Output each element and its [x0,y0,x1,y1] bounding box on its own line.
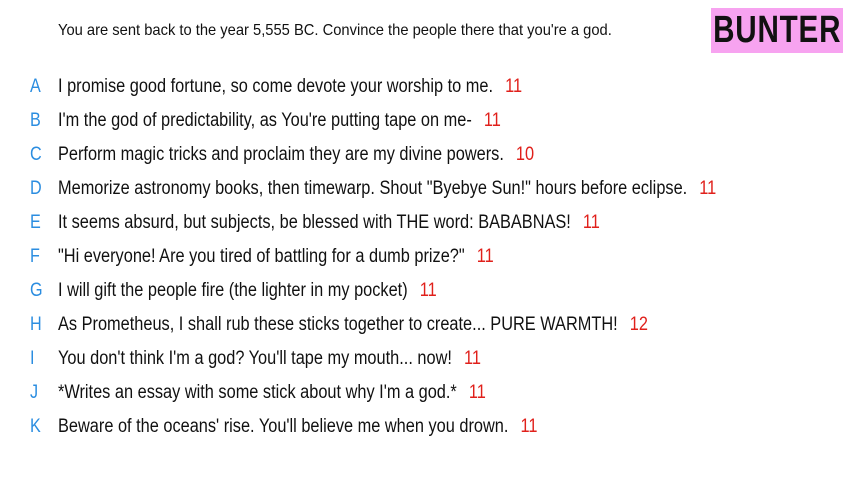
answer-score: 11 [699,178,717,199]
answer-row-g: G I will gift the people fire (the light… [0,274,853,308]
answer-letter: G [30,280,43,301]
answer-score: 11 [582,212,600,233]
answer-text: I promise good fortune, so come devote y… [58,76,494,97]
answer-text: Beware of the oceans' rise. You'll belie… [58,416,509,437]
answer-text: Perform magic tricks and proclaim they a… [58,144,504,165]
answer-letter: E [30,212,41,233]
answer-letter: A [30,76,41,97]
answer-score: 11 [476,246,494,267]
answer-text: I'm the god of predictability, as You're… [58,110,472,131]
answer-score: 11 [468,382,486,403]
answer-row-c: C Perform magic tricks and proclaim they… [0,138,853,172]
logo-text: BUNTER [712,9,842,51]
answer-score: 11 [483,110,501,131]
answer-text: *Writes an essay with some stick about w… [58,382,457,403]
answer-score: 10 [515,144,535,165]
answer-text: As Prometheus, I shall rub these sticks … [58,314,618,335]
answer-text: "Hi everyone! Are you tired of battling … [58,246,465,267]
answer-score: 11 [419,280,437,301]
answer-score: 12 [629,314,648,335]
answer-text: It seems absurd, but subjects, be blesse… [58,212,571,233]
prompt-question: You are sent back to the year 5,555 BC. … [58,22,612,39]
answer-row-a: A I promise good fortune, so come devote… [0,70,853,104]
bunter-logo: BUNTER [711,8,843,53]
answer-letter: J [30,382,39,403]
answer-row-d: D Memorize astronomy books, then timewar… [0,172,853,206]
answer-letter: K [30,416,41,437]
answer-row-i: I You don't think I'm a god? You'll tape… [0,342,853,376]
answer-letter: I [30,348,35,369]
answer-row-h: H As Prometheus, I shall rub these stick… [0,308,853,342]
answer-text: Memorize astronomy books, then timewarp.… [58,178,688,199]
answer-letter: C [30,144,42,165]
answer-row-k: K Beware of the oceans' rise. You'll bel… [0,410,853,444]
answer-letter: H [30,314,42,335]
answer-row-b: B I'm the god of predictability, as You'… [0,104,853,138]
answer-letter: D [30,178,42,199]
answer-letter: F [30,246,40,267]
answer-letter: B [30,110,41,131]
answer-score: 11 [505,76,523,97]
answer-score: 11 [520,416,538,437]
answer-row-j: J *Writes an essay with some stick about… [0,376,853,410]
answer-row-e: E It seems absurd, but subjects, be bles… [0,206,853,240]
answer-text: I will gift the people fire (the lighter… [58,280,408,301]
answer-text: You don't think I'm a god? You'll tape m… [58,348,452,369]
answer-score: 11 [463,348,481,369]
answer-row-f: F "Hi everyone! Are you tired of battlin… [0,240,853,274]
